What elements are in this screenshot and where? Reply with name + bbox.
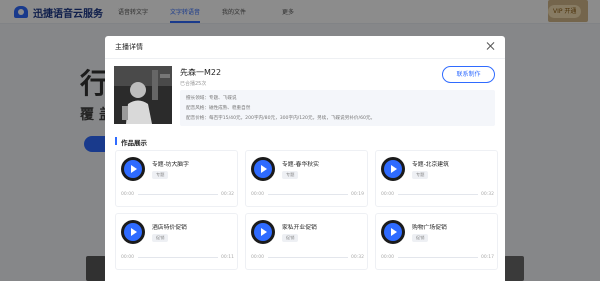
work-title: 家私开业促销 — [282, 225, 317, 231]
play-icon[interactable] — [254, 223, 272, 241]
progress-slider[interactable] — [398, 194, 478, 195]
work-card: 专题-春华秋实 专题 00:00 00:19 — [245, 150, 368, 207]
work-tag: 促销 — [152, 234, 169, 242]
modal-title: 主播详情 — [115, 43, 143, 51]
play-icon[interactable] — [254, 160, 272, 178]
work-title: 专题-坊大脑字 — [152, 162, 189, 168]
work-title: 购物广场促销 — [412, 225, 447, 231]
time-current: 00:00 — [121, 255, 134, 260]
work-title: 专题-北京建筑 — [412, 162, 449, 168]
close-icon[interactable] — [485, 40, 497, 52]
work-tag: 专题 — [282, 171, 299, 179]
time-duration: 00:19 — [351, 192, 364, 197]
progress-slider[interactable] — [268, 194, 348, 195]
time-duration: 00:32 — [221, 192, 234, 197]
host-detail-modal: 主播详情 先森一M22 已合播25次 联系制作 擅长领域：专题、飞碟说 配音风格… — [105, 36, 505, 281]
host-name: 先森一M22 — [180, 68, 222, 77]
progress-slider[interactable] — [268, 257, 348, 258]
host-style: 配音风格：磁性成熟、稳重自然 — [186, 106, 251, 111]
progress-slider[interactable] — [138, 257, 218, 258]
host-avatar — [114, 66, 172, 124]
work-tag: 促销 — [282, 234, 299, 242]
work-title: 专题-春华秋实 — [282, 162, 319, 168]
time-current: 00:00 — [381, 255, 394, 260]
play-icon[interactable] — [124, 223, 142, 241]
work-card: 专题-北京建筑 专题 00:00 00:32 — [375, 150, 498, 207]
work-card: 专题-坊大脑字 专题 00:00 00:32 — [115, 150, 238, 207]
play-icon[interactable] — [384, 160, 402, 178]
host-price: 配音价格：每百字15/40元，200字内/80元，300字内/120元，另续，飞… — [186, 116, 376, 121]
time-current: 00:00 — [251, 255, 264, 260]
work-card: 酒店特价促销 促销 00:00 00:11 — [115, 213, 238, 270]
works-grid: 专题-坊大脑字 专题 00:00 00:32 专题-春华秋实 专题 00:00 … — [115, 150, 498, 281]
work-card: 购物广场促销 促销 00:00 00:17 — [375, 213, 498, 270]
progress-slider[interactable] — [138, 194, 218, 195]
time-current: 00:00 — [121, 192, 134, 197]
time-current: 00:00 — [251, 192, 264, 197]
contact-production-button[interactable]: 联系制作 — [442, 66, 495, 83]
modal-divider — [105, 58, 505, 59]
host-collab-count: 已合播25次 — [180, 81, 207, 87]
time-duration: 00:32 — [481, 192, 494, 197]
time-duration: 00:17 — [481, 255, 494, 260]
time-current: 00:00 — [381, 192, 394, 197]
work-tag: 促销 — [412, 234, 429, 242]
work-card: 家私开业促销 促销 00:00 00:32 — [245, 213, 368, 270]
play-icon[interactable] — [124, 160, 142, 178]
work-tag: 专题 — [152, 171, 169, 179]
host-info-box: 擅长领域：专题、飞碟说 配音风格：磁性成熟、稳重自然 配音价格：每百字15/40… — [180, 90, 495, 126]
play-icon[interactable] — [384, 223, 402, 241]
time-duration: 00:11 — [221, 255, 234, 260]
works-section-title: 作品展示 — [121, 139, 147, 147]
work-title: 酒店特价促销 — [152, 225, 187, 231]
work-tag: 专题 — [412, 171, 429, 179]
progress-slider[interactable] — [398, 257, 478, 258]
section-marker — [115, 137, 117, 145]
time-duration: 00:32 — [351, 255, 364, 260]
host-specialty: 擅长领域：专题、飞碟说 — [186, 96, 237, 101]
